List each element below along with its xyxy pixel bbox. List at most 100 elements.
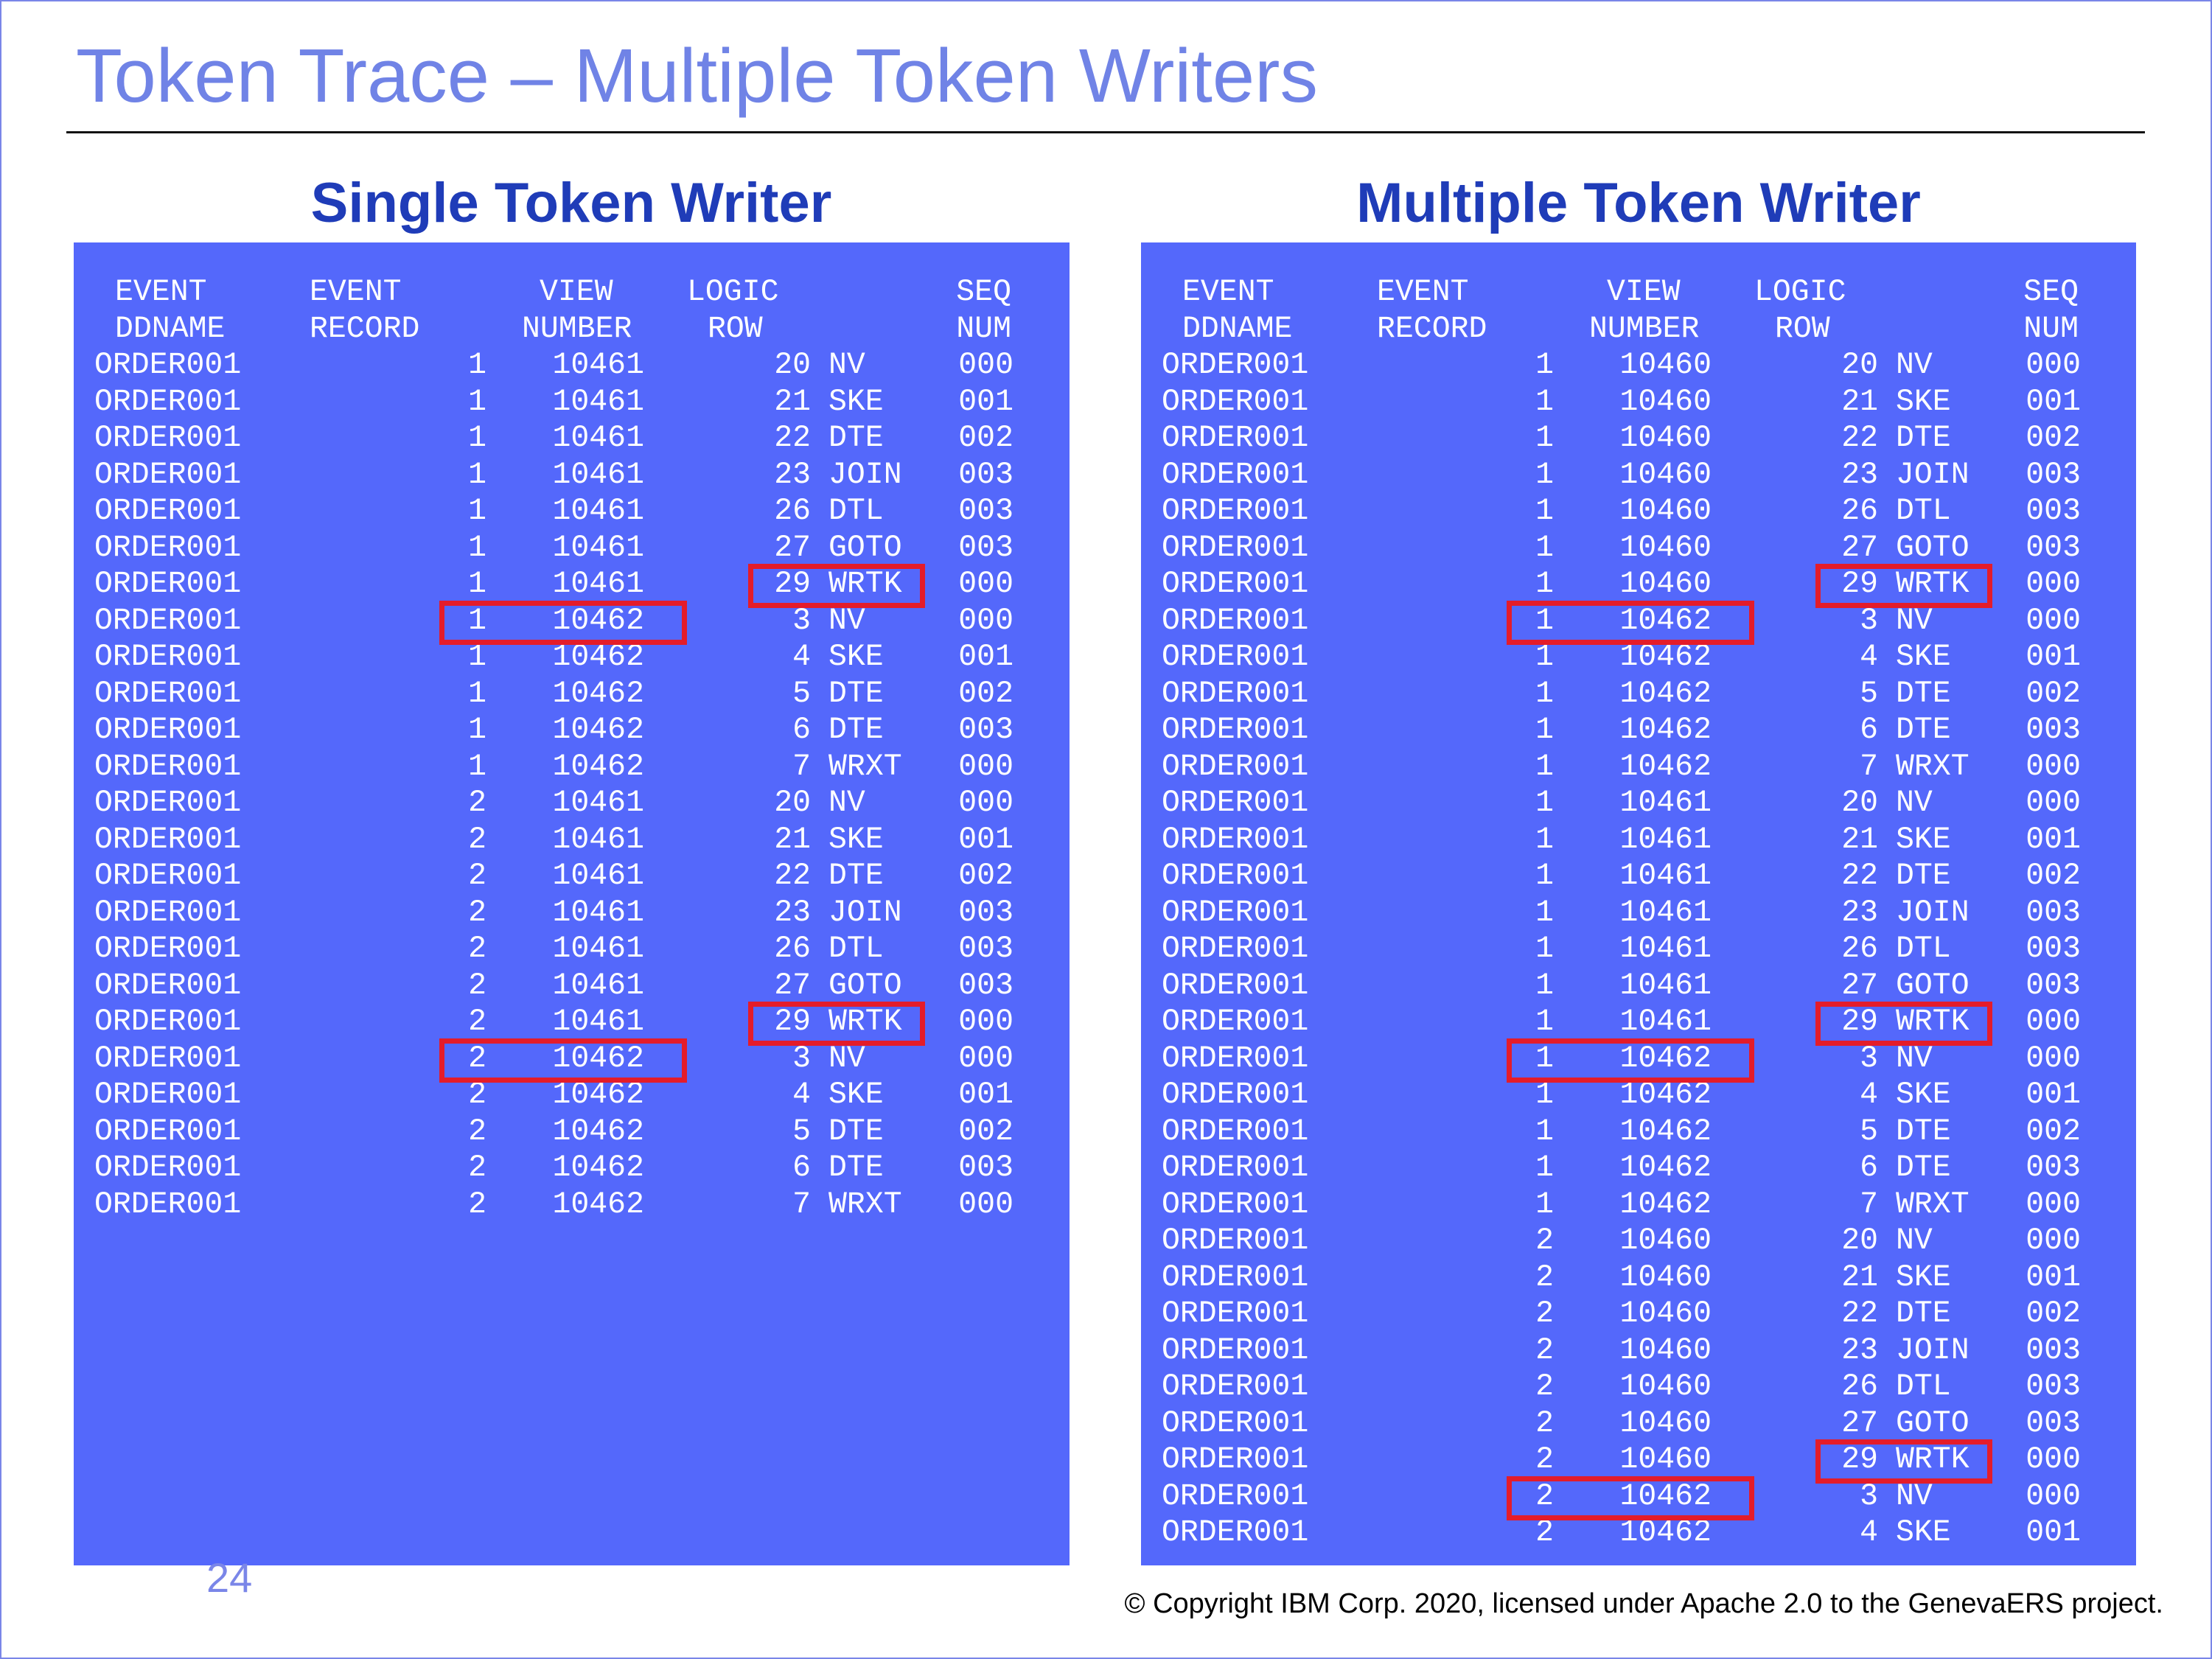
cell-event-ddname: ORDER001 [1162,603,1309,638]
cell-event-record: 1 [1535,348,1554,383]
cell-event-record: 2 [1535,1296,1554,1331]
cell-logic-row: 5 [792,1114,811,1149]
cell-seq-num: 002 [2026,1296,2081,1331]
header-view-number: NUMBER [522,311,632,346]
highlight-box-logic [748,564,925,608]
cell-logic-row: 6 [1860,713,1878,747]
cell-function-code: DTE [1896,1114,1951,1149]
cell-view-number: 10462 [1619,713,1712,747]
cell-view-number: 10462 [1619,1078,1712,1112]
cell-event-ddname: ORDER001 [94,457,242,492]
cell-logic-row: 27 [1841,530,1878,565]
cell-seq-num: 001 [2026,1515,2081,1550]
cell-event-ddname: ORDER001 [1162,932,1309,966]
slide-title: Token Trace – Multiple Token Writers [76,33,1318,118]
cell-function-code: JOIN [828,457,902,492]
cell-event-record: 1 [468,530,486,565]
cell-logic-row: 27 [774,968,811,1003]
cell-view-number: 10461 [552,494,644,528]
cell-view-number: 10462 [552,640,644,674]
cell-function-code: SKE [828,822,884,857]
cell-seq-num: 003 [958,457,1013,492]
cell-event-record: 1 [1535,1187,1554,1222]
trace-row: ORDER001 2 10462 4 SKE 001 [74,1078,1069,1114]
cell-event-ddname: ORDER001 [1162,1223,1309,1258]
cell-logic-row: 22 [774,859,811,893]
cell-logic-row: 26 [774,932,811,966]
cell-logic-row: 5 [1860,1114,1878,1149]
cell-event-ddname: ORDER001 [1162,859,1309,893]
cell-function-code: NV [1896,348,1933,383]
cell-logic-row: 21 [774,822,811,857]
cell-function-code: DTL [828,494,884,528]
trace-row: ORDER001 1 10462 4 SKE 001 [1141,1078,2136,1114]
cell-event-ddname: ORDER001 [1162,530,1309,565]
cell-view-number: 10460 [1619,384,1712,419]
cell-view-number: 10460 [1619,567,1712,601]
cell-event-ddname: ORDER001 [1162,1150,1309,1185]
cell-event-record: 2 [468,895,486,930]
cell-logic-row: 20 [1841,1223,1878,1258]
cell-logic-row: 3 [1860,603,1878,638]
cell-logic-row: 7 [1860,1187,1878,1222]
cell-event-ddname: ORDER001 [94,676,242,711]
cell-event-ddname: ORDER001 [1162,676,1309,711]
single-token-writer-panel: EVENT EVENT VIEW LOGIC SEQ DDNAME RECORD NUMBER… [74,242,1070,1565]
cell-function-code: DTE [1896,1150,1951,1185]
header-logic-row: ROW [1775,311,1830,346]
cell-event-ddname: ORDER001 [1162,1078,1309,1112]
cell-seq-num: 001 [2026,1078,2081,1112]
cell-event-ddname: ORDER001 [94,822,242,857]
trace-row: ORDER001 2 10460 27 GOTO 003 [1141,1406,2136,1442]
cell-seq-num: 000 [958,749,1013,784]
cell-view-number: 10462 [1619,1515,1712,1550]
cell-view-number: 10461 [552,457,644,492]
trace-row: ORDER001 1 10461 27 GOTO 003 [74,531,1069,567]
cell-event-record: 1 [1535,1078,1554,1112]
cell-event-record: 2 [1535,1369,1554,1404]
trace-row: ORDER001 1 10462 7 WRXT 000 [1141,1187,2136,1223]
cell-event-record: 1 [1535,713,1554,747]
cell-logic-row: 21 [1841,1260,1878,1295]
trace-row: ORDER001 1 10462 7 WRXT 000 [1141,750,2136,786]
cell-seq-num: 002 [2026,1114,2081,1149]
cell-function-code: JOIN [1896,457,1969,492]
header-seq-num: NUM [2023,311,2079,346]
subtitle-single: Single Token Writer [310,172,832,234]
cell-view-number: 10460 [1619,1296,1712,1331]
cell-view-number: 10462 [552,1114,644,1149]
cell-event-ddname: ORDER001 [1162,1442,1309,1477]
header-view-number: VIEW [1607,275,1681,310]
cell-event-ddname: ORDER001 [94,1150,242,1185]
cell-function-code: NV [1896,1478,1933,1514]
cell-event-ddname: ORDER001 [1162,1114,1309,1149]
cell-seq-num: 003 [2026,1150,2081,1185]
cell-event-ddname: ORDER001 [1162,640,1309,674]
cell-event-record: 2 [1535,1515,1554,1550]
cell-view-number: 10461 [552,786,644,820]
highlight-box-view [1507,600,1754,645]
cell-event-ddname: ORDER001 [1162,713,1309,747]
cell-seq-num: 003 [2026,457,2081,492]
cell-event-record: 1 [1535,640,1554,674]
cell-event-record: 1 [468,676,486,711]
cell-view-number: 10460 [1619,1333,1712,1368]
cell-function-code: NV [828,603,865,638]
cell-logic-row: 20 [774,786,811,820]
cell-view-number: 10461 [552,859,644,893]
trace-row: ORDER001 2 10460 22 DTE 002 [1141,1296,2136,1333]
cell-seq-num: 000 [958,348,1013,383]
trace-row: ORDER001 2 10461 22 DTE 002 [74,859,1069,895]
header-logic-row: ROW [708,311,763,346]
cell-event-ddname: ORDER001 [94,1187,242,1222]
cell-view-number: 10461 [552,932,644,966]
cell-function-code: SKE [1896,1078,1951,1112]
cell-event-ddname: ORDER001 [94,348,242,383]
cell-logic-row: 20 [1841,348,1878,383]
highlight-box-logic [1815,1439,1992,1484]
cell-seq-num: 003 [958,494,1013,528]
cell-logic-row: 26 [1841,932,1878,966]
cell-logic-row: 22 [1841,1296,1878,1331]
cell-seq-num: 001 [2026,822,2081,857]
cell-function-code: DTE [828,713,884,747]
